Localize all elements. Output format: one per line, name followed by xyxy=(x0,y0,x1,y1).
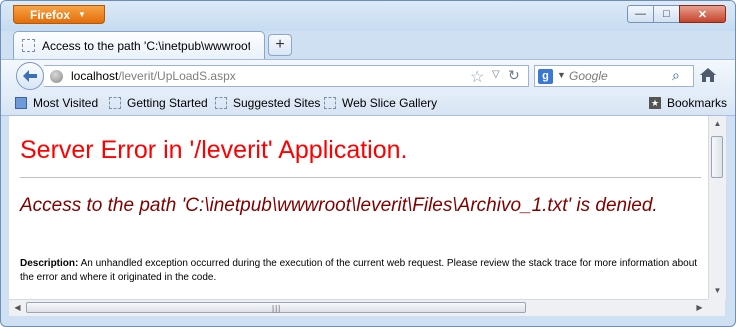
url-host: localhost xyxy=(71,69,119,83)
bookmark-suggested-sites[interactable]: Suggested Sites xyxy=(215,96,320,110)
search-engine-icon[interactable]: g xyxy=(538,69,553,84)
bookmark-most-visited[interactable]: Most Visited xyxy=(15,96,98,110)
globe-icon xyxy=(50,70,63,83)
divider xyxy=(20,177,701,178)
tab-active[interactable]: Access to the path 'C:\inetpub\wwwroot\l… xyxy=(13,31,265,59)
history-dropdown-icon[interactable]: ▽ xyxy=(492,69,500,80)
scroll-down-icon[interactable]: ▼ xyxy=(709,283,726,299)
firefox-menu-button[interactable]: Firefox ▼ xyxy=(13,5,105,24)
page-title: Server Error in '/leverit' Application. xyxy=(20,136,408,164)
page-icon xyxy=(109,97,121,109)
url-text: localhost/leverit/UpLoadS.aspx xyxy=(71,69,236,83)
url-path: /leverit/UpLoadS.aspx xyxy=(118,69,236,83)
back-arrow-icon xyxy=(23,70,37,82)
search-input[interactable] xyxy=(569,68,669,84)
minimize-button[interactable]: — xyxy=(627,5,654,23)
vertical-scrollbar[interactable]: ▲ ▼ xyxy=(708,116,726,299)
bookmark-web-slice-gallery[interactable]: Web Slice Gallery xyxy=(324,96,437,110)
horizontal-scroll-thumb[interactable]: ||| xyxy=(26,302,526,313)
page-icon xyxy=(215,97,227,109)
scroll-right-icon[interactable]: ▶ xyxy=(691,300,708,316)
close-button[interactable]: ✕ xyxy=(679,5,726,23)
horizontal-scrollbar[interactable]: ◀ ||| ▶ xyxy=(9,299,708,316)
error-title: Access to the path 'C:\inetpub\wwwroot\l… xyxy=(20,195,658,216)
browser-window: Firefox ▼ — □ ✕ Access to the path 'C:\i… xyxy=(0,0,736,327)
search-icon[interactable]: ⌕ xyxy=(672,67,680,84)
reload-icon[interactable]: ↻ xyxy=(508,67,520,84)
vertical-scroll-thumb[interactable] xyxy=(711,136,723,178)
bookmark-label: Getting Started xyxy=(127,96,208,110)
bookmark-label: Web Slice Gallery xyxy=(342,96,438,110)
back-button[interactable] xyxy=(16,62,44,90)
bookmark-getting-started[interactable]: Getting Started xyxy=(109,96,208,110)
bookmarks-menu-button[interactable]: ★ Bookmarks xyxy=(649,96,727,110)
scroll-up-icon[interactable]: ▲ xyxy=(709,116,726,132)
bookmarks-menu-label: Bookmarks xyxy=(667,96,728,110)
error-description: Description: An unhandled exception occu… xyxy=(20,257,706,285)
bookmarks-toolbar: Most Visited Getting Started Suggested S… xyxy=(1,91,735,116)
bookmark-star-icon[interactable]: ☆ xyxy=(470,67,484,87)
search-bar: g ▼ ⌕ xyxy=(534,65,694,87)
address-bar[interactable]: localhost/leverit/UpLoadS.aspx ☆ ▽ ↻ xyxy=(44,65,529,87)
scroll-left-icon[interactable]: ◀ xyxy=(9,300,26,316)
chevron-down-icon: ▼ xyxy=(78,10,86,19)
navigation-bar: localhost/leverit/UpLoadS.aspx ☆ ▽ ↻ g ▼… xyxy=(1,59,735,92)
description-text: An unhandled exception occurred during t… xyxy=(20,258,698,283)
tab-bar: Access to the path 'C:\inetpub\wwwroot\l… xyxy=(1,29,735,59)
scrollbar-corner xyxy=(708,299,725,316)
page-icon xyxy=(324,97,336,109)
page-content: Server Error in '/leverit' Application. … xyxy=(9,116,708,299)
grip-icon: ||| xyxy=(272,304,282,313)
chevron-down-icon[interactable]: ▼ xyxy=(557,70,566,80)
description-label: Description: xyxy=(20,258,79,269)
bookmark-label: Most Visited xyxy=(33,96,99,110)
home-icon[interactable] xyxy=(699,66,717,84)
new-tab-button[interactable]: + xyxy=(268,34,292,56)
title-bar: Firefox ▼ — □ ✕ xyxy=(1,1,735,31)
tab-title: Access to the path 'C:\inetpub\wwwroot\l… xyxy=(42,39,250,53)
firefox-menu-label: Firefox xyxy=(30,7,71,22)
page-icon xyxy=(22,39,35,52)
most-visited-icon xyxy=(15,97,27,109)
maximize-button[interactable]: □ xyxy=(653,5,680,23)
bookmarks-star-icon: ★ xyxy=(649,97,661,109)
bookmark-label: Suggested Sites xyxy=(233,96,321,110)
